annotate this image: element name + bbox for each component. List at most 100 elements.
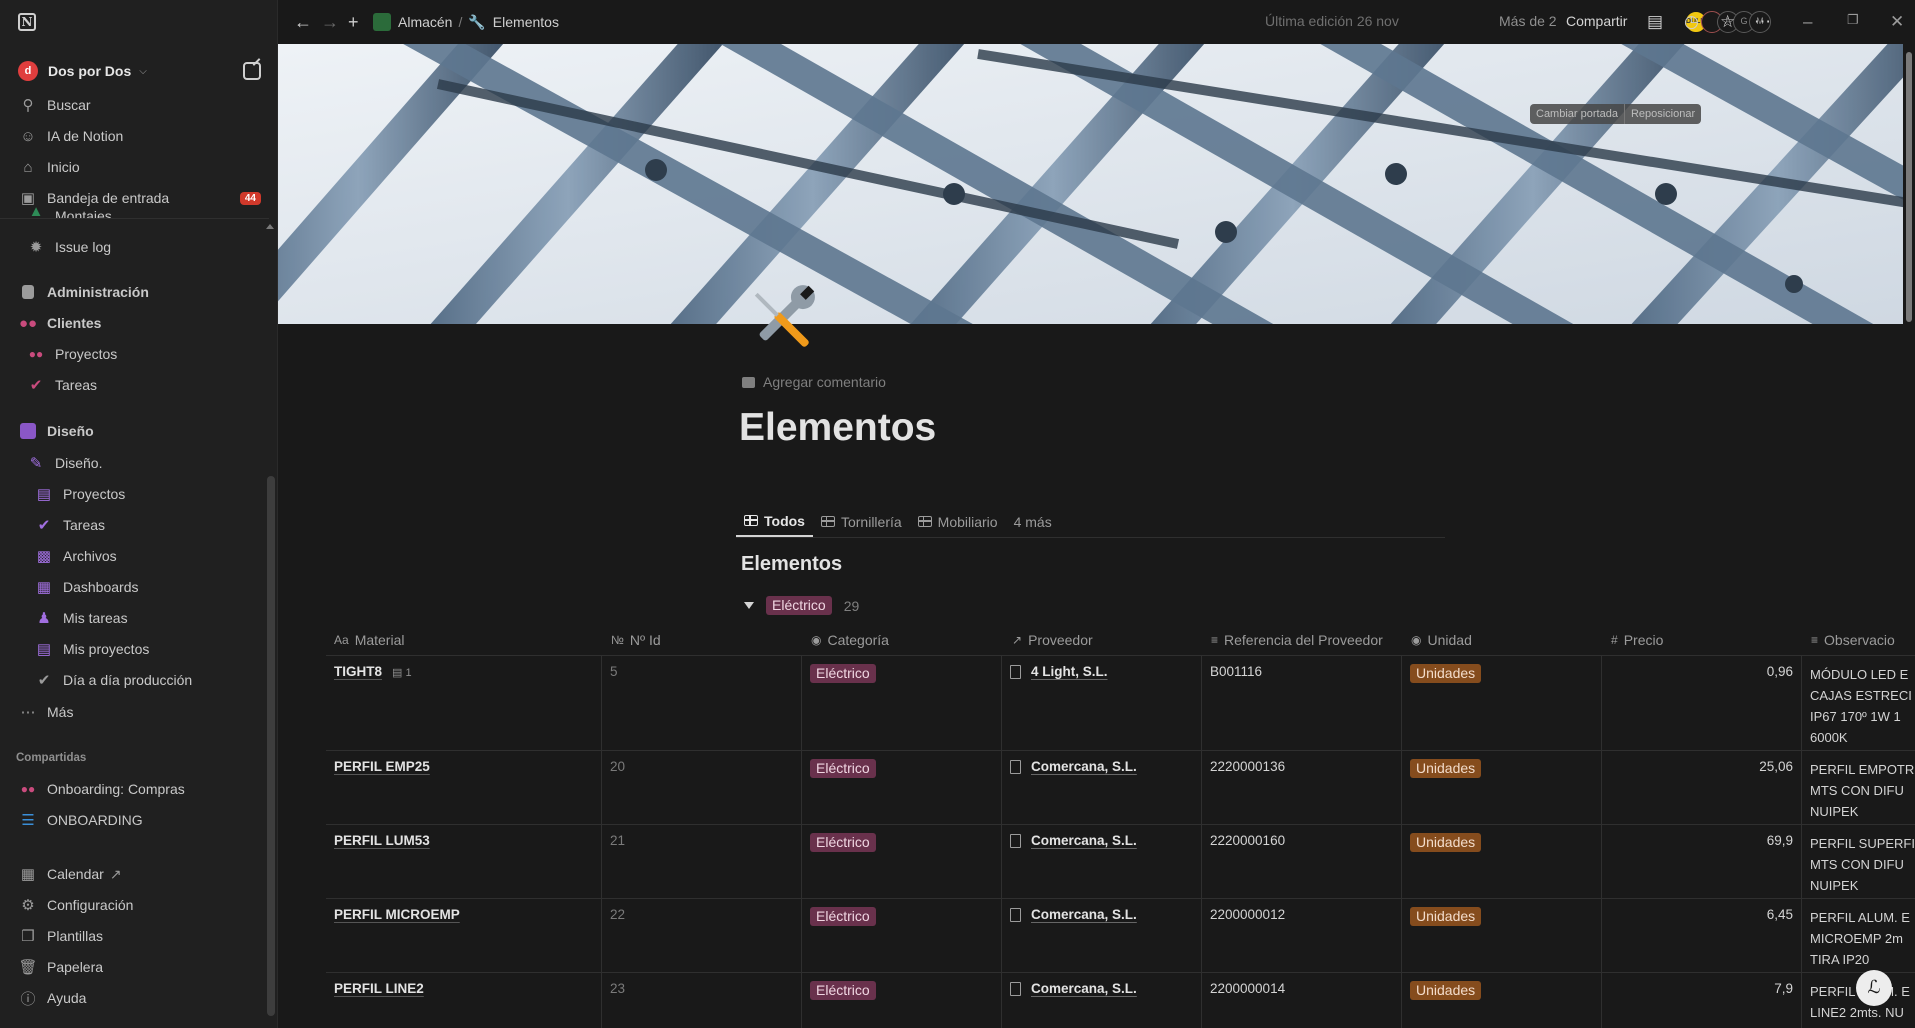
cell-proveedor[interactable]: 4 Light, S.L. (1002, 656, 1202, 750)
material-name[interactable]: PERFIL LINE2 (334, 981, 424, 996)
cell-categoria[interactable]: Eléctrico (802, 656, 1002, 750)
column-header-precio[interactable]: # Precio (1611, 632, 1663, 648)
sidebar-item-tareas-clientes[interactable]: ✔ Tareas (0, 370, 277, 400)
table-row[interactable]: PERFIL MICROEMP 22 Eléctrico Comercana, … (326, 899, 1915, 973)
sidebar-item-onboarding[interactable]: ☰ ONBOARDING (0, 805, 277, 835)
cell-observaciones[interactable]: PERFIL SUPERFI MTS CON DIFU NUIPEK (1802, 825, 1915, 898)
table-row[interactable]: PERFIL EMP25 20 Eléctrico Comercana, S.L… (326, 751, 1915, 825)
sidebar-item-onboarding-compras[interactable]: ●● Onboarding: Compras (0, 774, 277, 804)
provider-link[interactable]: Comercana, S.L. (1031, 759, 1137, 774)
more-people-text[interactable]: Más de 2 (1499, 13, 1557, 29)
sidebar-item-clientes[interactable]: ●● Clientes (0, 308, 277, 338)
cell-categoria[interactable]: Eléctrico (802, 751, 1002, 824)
sidebar-scrollbar[interactable] (267, 476, 275, 1016)
sidebar-item-notion-ai[interactable]: ☺ IA de Notion (0, 121, 277, 151)
sidebar-item-diseno[interactable]: Diseño (0, 416, 277, 446)
cell-material[interactable]: TIGHT8 ▤ 1 (326, 656, 602, 750)
add-comment-button[interactable]: Agregar comentario (742, 374, 886, 390)
sidebar-item-issue-log[interactable]: ✹ Issue log (0, 232, 277, 262)
workspace-switcher[interactable]: d Dos por Dos ⌵ (0, 54, 277, 88)
cell-unidad[interactable]: Unidades (1402, 656, 1602, 750)
sidebar-item-dashboards[interactable]: ▦ Dashboards (0, 572, 277, 602)
cell-precio[interactable]: 25,06 (1602, 751, 1802, 824)
cell-referencia[interactable]: 2200000014 (1202, 973, 1402, 1028)
cell-unidad[interactable]: Unidades (1402, 825, 1602, 898)
database-title[interactable]: Elementos (741, 553, 842, 576)
cell-categoria[interactable]: Eléctrico (802, 825, 1002, 898)
column-header-referencia[interactable]: ≡ Referencia del Proveedor (1211, 632, 1383, 648)
notion-logo-icon[interactable]: N (18, 13, 36, 31)
material-name[interactable]: PERFIL EMP25 (334, 759, 430, 774)
provider-link[interactable]: Comercana, S.L. (1031, 907, 1137, 922)
cell-id[interactable]: 5 (602, 656, 802, 750)
column-header-proveedor[interactable]: ↗ Proveedor (1012, 632, 1093, 648)
cell-observaciones[interactable]: PERFIL ALUM. E MICROEMP 2m TIRA IP20 (1802, 899, 1915, 972)
material-name[interactable]: PERFIL MICROEMP (334, 907, 460, 922)
cell-proveedor[interactable]: Comercana, S.L. (1002, 825, 1202, 898)
provider-link[interactable]: 4 Light, S.L. (1031, 664, 1108, 679)
cell-id[interactable]: 20 (602, 751, 802, 824)
forward-arrow-icon[interactable]: → (321, 12, 339, 33)
cell-observaciones[interactable]: MÓDULO LED E CAJAS ESTRECI IP67 170º 1W … (1802, 656, 1915, 750)
table-row[interactable]: TIGHT8 ▤ 1 5 Eléctrico 4 Light, S.L. B001… (326, 656, 1915, 751)
cell-unidad[interactable]: Unidades (1402, 973, 1602, 1028)
close-icon[interactable]: ✕ (1890, 12, 1904, 32)
new-page-icon[interactable] (243, 62, 261, 80)
share-button[interactable]: Compartir (1566, 13, 1627, 29)
cell-unidad[interactable]: Unidades (1402, 751, 1602, 824)
cell-referencia[interactable]: 2200000012 (1202, 899, 1402, 972)
sidebar-item-archivos[interactable]: ▩ Archivos (0, 541, 277, 571)
sidebar-item-home[interactable]: ⌂ Inicio (0, 152, 277, 182)
cell-id[interactable]: 23 (602, 973, 802, 1028)
star-icon[interactable]: ☆ (1720, 12, 1735, 32)
cell-categoria[interactable]: Eléctrico (802, 973, 1002, 1028)
sidebar-item-templates[interactable]: ❒ Plantillas (0, 921, 277, 951)
notion-ai-help-button[interactable]: ℒ (1856, 970, 1892, 1006)
tab-tornilleria[interactable]: Tornillería (813, 506, 910, 537)
sidebar-item-help[interactable]: ⓘ Ayuda (0, 983, 277, 1013)
sidebar-item-calendar[interactable]: ▦ Calendar ↗ (0, 859, 277, 889)
sidebar-item-mis-proyectos[interactable]: ▤ Mis proyectos (0, 634, 277, 664)
cell-referencia[interactable]: 2220000136 (1202, 751, 1402, 824)
minimize-icon[interactable]: – (1803, 12, 1812, 32)
sidebar-item-tareas-diseno[interactable]: ✔ Tareas (0, 510, 277, 540)
comments-icon[interactable]: ▤ (1647, 12, 1663, 32)
sidebar-item-proyectos-diseno[interactable]: ▤ Proyectos (0, 479, 277, 509)
cell-id[interactable]: 21 (602, 825, 802, 898)
cell-id[interactable]: 22 (602, 899, 802, 972)
collapse-triangle-icon[interactable] (744, 602, 754, 609)
cell-categoria[interactable]: Eléctrico (802, 899, 1002, 972)
scrollbar-thumb[interactable] (1906, 52, 1912, 322)
cell-precio[interactable]: 6,45 (1602, 899, 1802, 972)
tab-todos[interactable]: Todos (736, 506, 813, 537)
column-header-material[interactable]: Aa Material (334, 632, 404, 648)
sidebar-item-search[interactable]: ⚲ Buscar (0, 90, 277, 120)
column-header-categoria[interactable]: ◉ Categoría (811, 632, 889, 648)
wrench-screwdriver-icon[interactable] (740, 278, 822, 360)
sidebar-item-proyectos-clientes[interactable]: ●● Proyectos (0, 339, 277, 369)
cell-precio[interactable]: 7,9 (1602, 973, 1802, 1028)
cell-observaciones[interactable]: PERFIL EMPOTR MTS CON DIFU NUIPEK (1802, 751, 1915, 824)
cell-material[interactable]: PERFIL LINE2 (326, 973, 602, 1028)
page-title[interactable]: Elementos (739, 406, 936, 450)
breadcrumb-elementos[interactable]: Elementos (493, 14, 559, 30)
sidebar-item-montajes[interactable]: ▲ Montajes (0, 204, 277, 218)
cell-proveedor[interactable]: Comercana, S.L. (1002, 899, 1202, 972)
cell-precio[interactable]: 0,96 (1602, 656, 1802, 750)
cell-material[interactable]: PERFIL MICROEMP (326, 899, 602, 972)
tab-more[interactable]: 4 más (1006, 506, 1060, 537)
cell-material[interactable]: PERFIL LUM53 (326, 825, 602, 898)
cell-referencia[interactable]: 2220000160 (1202, 825, 1402, 898)
back-arrow-icon[interactable]: ← (294, 12, 312, 33)
material-name[interactable]: PERFIL LUM53 (334, 833, 430, 848)
table-row[interactable]: PERFIL LINE2 23 Eléctrico Comercana, S.L… (326, 973, 1915, 1028)
cell-referencia[interactable]: B001116 (1202, 656, 1402, 750)
provider-link[interactable]: Comercana, S.L. (1031, 981, 1137, 996)
sidebar-item-administracion[interactable]: Administración (0, 277, 277, 307)
more-icon[interactable]: ⋯ (1754, 12, 1771, 32)
cell-proveedor[interactable]: Comercana, S.L. (1002, 751, 1202, 824)
comment-count[interactable]: ▤ 1 (392, 667, 412, 679)
scroll-up-icon[interactable] (266, 224, 274, 229)
table-row[interactable]: PERFIL LUM53 21 Eléctrico Comercana, S.L… (326, 825, 1915, 899)
sidebar-item-more[interactable]: ⋯ Más (0, 697, 277, 727)
